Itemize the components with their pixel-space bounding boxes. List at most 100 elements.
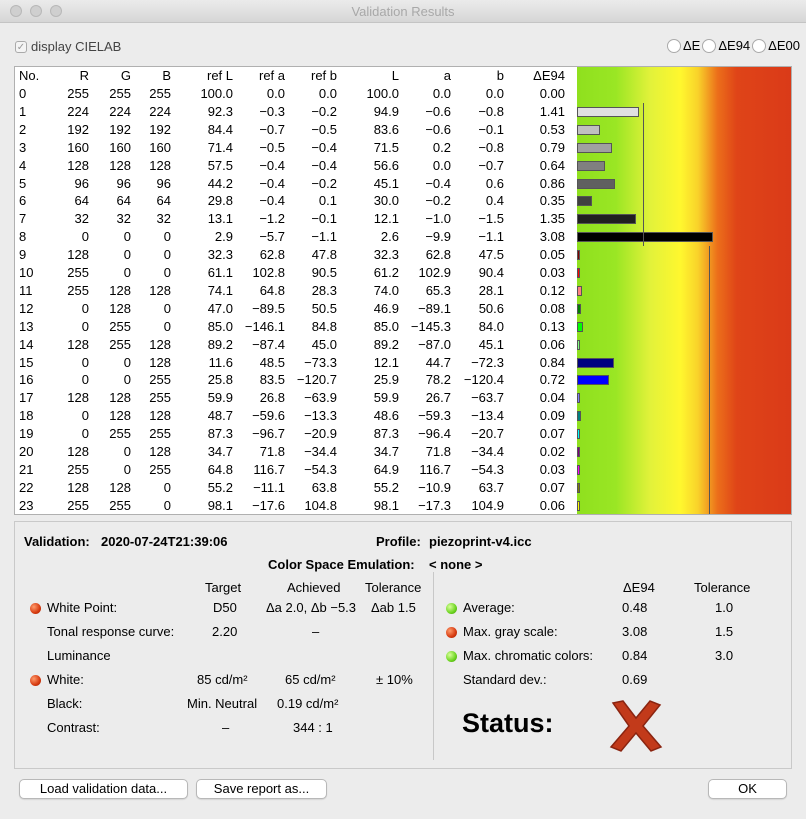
header-r: R xyxy=(79,68,89,83)
table-row[interactable]: 13 0 255 0 85.0 −146.1 84.8 85.0 −145.3 84.0 0.13 xyxy=(15,318,577,336)
cell-r: 255 xyxy=(67,86,89,101)
delta-e-bar xyxy=(577,178,615,189)
table-row[interactable]: 18 0 128 128 48.7 −59.6 −13.3 48.6 −59.3 −13.4 0.0… xyxy=(15,407,577,425)
table-row[interactable]: 0 255 255 255 100.0 0.0 0.0 100.0 0.0 0.0 0.00 xyxy=(15,85,577,103)
cell-r: 224 xyxy=(67,103,89,119)
col-achieved-header: Achieved xyxy=(287,580,341,595)
cell-g: 255 xyxy=(109,318,131,334)
cell-refB: −120.7 xyxy=(296,372,337,388)
cell-a: 0.0 xyxy=(432,86,451,101)
profile-label: Profile: xyxy=(376,534,421,549)
cell-de: 1.35 xyxy=(539,211,565,227)
cell-g: 128 xyxy=(109,282,131,298)
cell-L: 83.6 xyxy=(373,121,399,137)
max-gray-label: Max. gray scale: xyxy=(463,624,558,639)
cell-L: 46.9 xyxy=(373,300,399,316)
cell-de: 0.02 xyxy=(539,444,565,459)
cell-refA: 64.8 xyxy=(259,282,285,298)
cell-r: 255 xyxy=(67,497,89,513)
table-row[interactable]: 10 255 0 0 61.1 102.8 90.5 61.2 102.9 90.4 0.03 xyxy=(15,264,577,282)
delta-e-bar xyxy=(577,268,580,278)
cell-L: 59.9 xyxy=(373,390,399,406)
load-validation-data-button[interactable]: Load validation data... xyxy=(19,779,188,799)
cell-refA: 102.8 xyxy=(252,265,285,280)
header-b-measured: b xyxy=(496,68,504,83)
cell-L: 71.5 xyxy=(373,139,399,155)
cell-no: 22 xyxy=(19,479,34,495)
cell-g: 0 xyxy=(123,461,131,477)
table-row[interactable]: 5 96 96 96 44.2 −0.4 −0.2 45.1 −0.4 0.6 0.86 xyxy=(15,175,577,193)
delta-e-bar xyxy=(577,447,580,457)
cell-refB: 45.0 xyxy=(311,336,337,352)
max-chroma-value: 0.84 xyxy=(622,648,648,663)
radio-delta-e[interactable]: ΔE xyxy=(666,38,700,53)
cell-refA: −5.7 xyxy=(259,229,285,245)
cell-bb: −1.5 xyxy=(478,211,504,227)
gray-tolerance-line xyxy=(643,102,644,247)
cell-r: 0 xyxy=(81,318,89,334)
white-label: White: xyxy=(47,672,84,687)
table-row[interactable]: 16 0 0 255 25.8 83.5 −120.7 25.9 78.2 −120.4 0.72 xyxy=(15,371,577,389)
table-row[interactable]: 21 255 0 255 64.8 116.7 −54.3 64.9 116.7 −54.3 0.0… xyxy=(15,461,577,479)
delta-e-bar xyxy=(577,357,614,368)
cell-no: 6 xyxy=(19,193,27,209)
cell-bb: −13.4 xyxy=(471,408,504,424)
cell-r: 128 xyxy=(67,336,89,352)
ok-button[interactable]: OK xyxy=(708,779,787,799)
table-row[interactable]: 11 255 128 128 74.1 64.8 28.3 74.0 65.3 28.1 0.12 xyxy=(15,282,577,300)
luminance-label: Luminance xyxy=(47,648,111,663)
contrast-label: Contrast: xyxy=(47,720,100,735)
table-row[interactable]: 23 255 255 0 98.1 −17.6 104.8 98.1 −17.3 104.9 0.0… xyxy=(15,497,577,514)
cell-refA: −0.3 xyxy=(259,103,285,119)
radio-delta-e94[interactable]: ΔE94 xyxy=(702,38,750,53)
delta-e-bar xyxy=(577,411,581,422)
cell-b: 0 xyxy=(163,497,171,513)
header-a: a xyxy=(443,68,451,83)
cell-a: −0.6 xyxy=(425,121,451,137)
table-row[interactable]: 7 32 32 32 13.1 −1.2 −0.1 12.1 −1.0 −1.5 1.35 xyxy=(15,210,577,228)
cell-a: 62.8 xyxy=(425,247,451,263)
table-row[interactable]: 8 0 0 0 2.9 −5.7 −1.1 2.6 −9.9 −1.1 3.08 xyxy=(15,228,577,246)
results-table[interactable]: No. R G B ref L ref a ref b L a b ΔE94 0… xyxy=(14,66,792,515)
header-ref-b: ref b xyxy=(310,68,337,83)
cell-no: 19 xyxy=(19,426,34,442)
cell-r: 255 xyxy=(67,282,89,298)
cell-no: 20 xyxy=(19,444,34,459)
cell-no: 10 xyxy=(19,265,34,280)
table-row[interactable]: 20 128 0 128 34.7 71.8 −34.4 34.7 71.8 −34.4 0.02 xyxy=(15,443,577,461)
cell-refB: −13.3 xyxy=(304,408,337,424)
table-row[interactable]: 15 0 0 128 11.6 48.5 −73.3 12.1 44.7 −72.3 0.84 xyxy=(15,354,577,372)
table-row[interactable]: 4 128 128 128 57.5 −0.4 −0.4 56.6 0.0 −0.7 0.64 xyxy=(15,157,577,175)
table-row[interactable]: 17 128 128 255 59.9 26.8 −63.9 59.9 26.7 −63.7 0.0… xyxy=(15,389,577,407)
table-row[interactable]: 19 0 255 255 87.3 −96.7 −20.9 87.3 −96.4 −20.7 0.0… xyxy=(15,425,577,443)
table-row[interactable]: 22 128 128 0 55.2 −11.1 63.8 55.2 −10.9 63.7 0.07 xyxy=(15,479,577,497)
save-report-button[interactable]: Save report as... xyxy=(196,779,327,799)
cell-L: 25.9 xyxy=(373,372,399,388)
cell-de: 0.13 xyxy=(539,318,565,334)
table-row[interactable]: 14 128 255 128 89.2 −87.4 45.0 89.2 −87.0 45.1 0.0… xyxy=(15,336,577,354)
table-row[interactable]: 2 192 192 192 84.4 −0.7 −0.5 83.6 −0.6 −0.1 0.53 xyxy=(15,121,577,139)
white-point-status-fail-icon xyxy=(30,603,41,614)
cell-a: −1.0 xyxy=(425,211,451,227)
cell-a: 44.7 xyxy=(425,354,451,370)
cell-r: 64 xyxy=(74,193,89,209)
table-row[interactable]: 9 128 0 0 32.3 62.8 47.8 32.3 62.8 47.5 0.05 xyxy=(15,246,577,264)
average-label: Average: xyxy=(463,600,515,615)
delta-e-bar xyxy=(577,303,581,314)
radio-delta-e00[interactable]: ΔE00 xyxy=(752,38,800,53)
cell-g: 0 xyxy=(123,265,131,280)
cell-b: 255 xyxy=(149,372,171,388)
display-cielab-checkbox[interactable]: ✓ display CIELAB xyxy=(15,39,121,54)
cell-no: 16 xyxy=(19,372,34,388)
table-row[interactable]: 1 224 224 224 92.3 −0.3 −0.2 94.9 −0.6 −0.8 1.41 xyxy=(15,103,577,121)
cell-refA: 48.5 xyxy=(259,354,285,370)
cell-refA: −0.4 xyxy=(259,193,285,209)
cell-bb: −1.1 xyxy=(478,229,504,245)
cell-no: 2 xyxy=(19,121,27,137)
table-row[interactable]: 12 0 128 0 47.0 −89.5 50.5 46.9 −89.1 50.6 0.08 xyxy=(15,300,577,318)
cell-refL: 89.2 xyxy=(207,336,233,352)
table-row[interactable]: 3 160 160 160 71.4 −0.5 −0.4 71.5 0.2 −0.8 0.79 xyxy=(15,139,577,157)
cell-refL: 25.8 xyxy=(207,372,233,388)
table-row[interactable]: 6 64 64 64 29.8 −0.4 0.1 30.0 −0.2 0.4 0.35 xyxy=(15,192,577,210)
white-tolerance: ± 10% xyxy=(376,672,413,687)
